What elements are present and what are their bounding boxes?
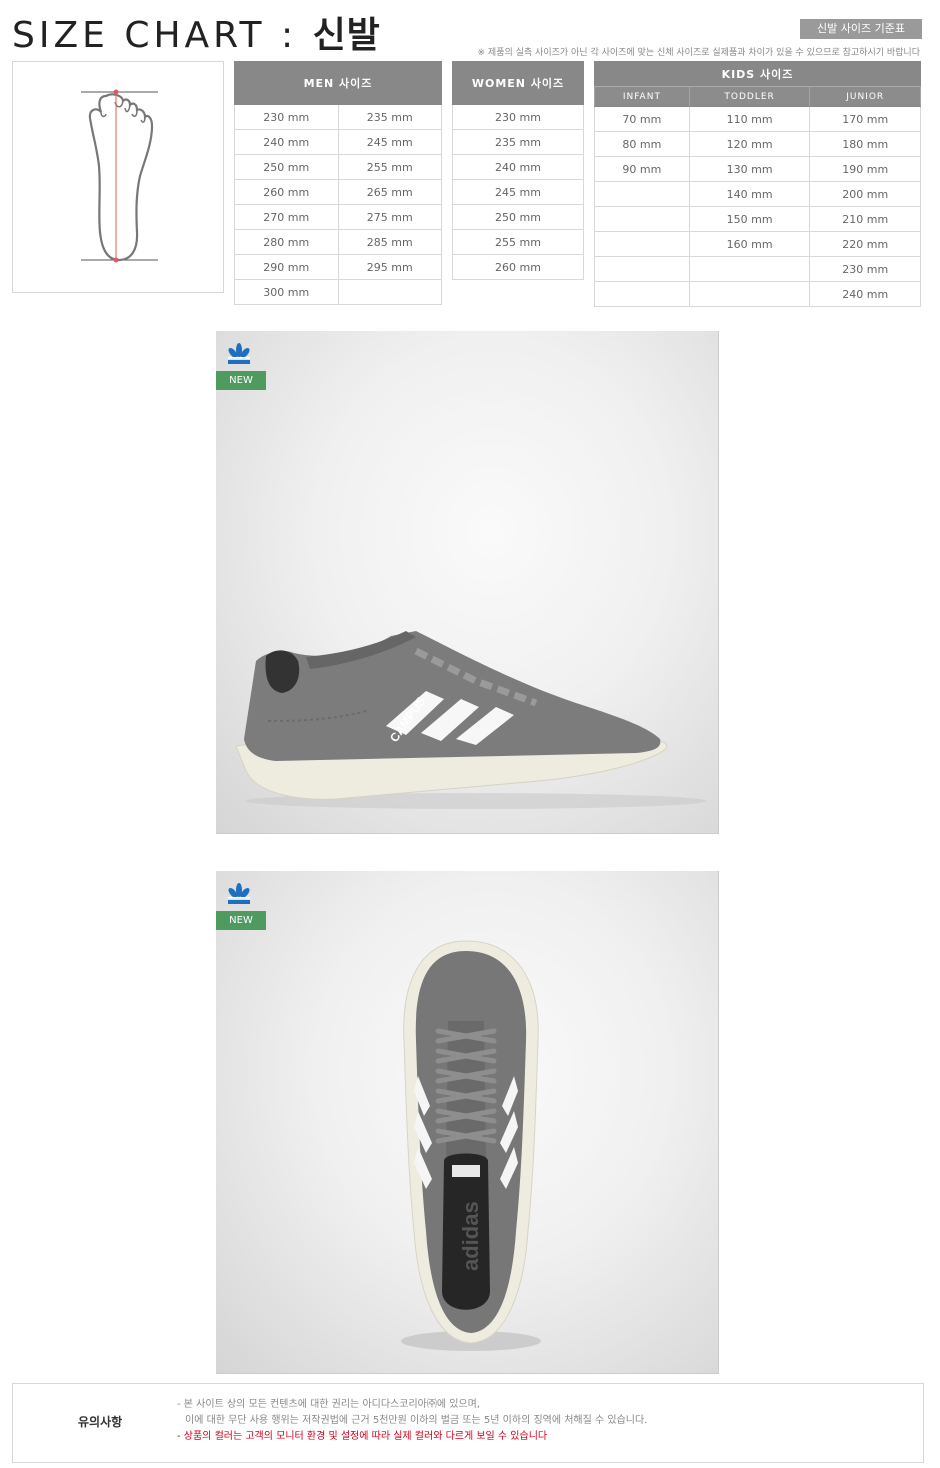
table-row: 90 mm 130 mm 190 mm (594, 156, 921, 182)
table-row: 250 mm (452, 204, 584, 230)
size-cell: 240 mm (809, 281, 921, 307)
size-cell (594, 256, 690, 282)
size-cell: 265 mm (337, 179, 442, 205)
caution-line-1: - 본 사이트 상의 모든 컨텐츠에 대한 권리는 아디다스코리아㈜에 있으며, (177, 1399, 480, 1410)
size-cell: 300 mm (234, 279, 339, 305)
size-cell: 80 mm (594, 131, 690, 157)
kids-subheader-junior: JUNIOR (809, 86, 921, 107)
size-cell: 235 mm (337, 104, 442, 130)
size-cell: 245 mm (452, 179, 584, 205)
size-cell: 240 mm (234, 129, 339, 155)
size-cell (594, 281, 690, 307)
table-row: 250 mm 255 mm (234, 154, 442, 180)
women-size-header: WOMEN 사이즈 (452, 61, 584, 105)
kids-size-header: KIDS 사이즈 (594, 61, 921, 87)
table-row: 260 mm 265 mm (234, 179, 442, 205)
table-row: 255 mm (452, 229, 584, 255)
size-cell: 235 mm (452, 129, 584, 155)
size-cell: 160 mm (688, 231, 811, 257)
size-standard-badge: 신발 사이즈 기준표 (800, 19, 922, 39)
size-cell: 120 mm (688, 131, 811, 157)
size-cell: 260 mm (452, 254, 584, 280)
size-cell: 290 mm (234, 254, 339, 280)
size-cell: 270 mm (234, 204, 339, 230)
table-row: 240 mm (594, 281, 921, 307)
table-row: 245 mm (452, 179, 584, 205)
men-size-table: MEN 사이즈 230 mm 235 mm 240 mm 245 mm 250 mm… (234, 61, 442, 305)
size-cell: 170 mm (809, 106, 921, 132)
men-size-header: MEN 사이즈 (234, 61, 442, 105)
table-row: 230 mm 235 mm (234, 104, 442, 130)
size-cell: 250 mm (234, 154, 339, 180)
page-title: SIZE CHART : 신발 (12, 15, 381, 56)
size-cell: 140 mm (688, 181, 811, 207)
table-row: 140 mm 200 mm (594, 181, 921, 207)
table-row: 80 mm 120 mm 180 mm (594, 131, 921, 157)
shoe-text-adidas: adidas (458, 1201, 483, 1271)
size-cell (688, 281, 811, 307)
size-cell: 280 mm (234, 229, 339, 255)
sneaker-side-image: CAMPUS (235, 631, 706, 809)
size-cell (594, 181, 690, 207)
size-cell: 245 mm (337, 129, 442, 155)
table-row: 230 mm (594, 256, 921, 282)
size-cell: 230 mm (452, 104, 584, 130)
size-cell: 220 mm (809, 231, 921, 257)
sneaker-top-image: adidas (401, 940, 541, 1351)
size-cell: 70 mm (594, 106, 690, 132)
kids-subheader-infant: INFANT (594, 86, 690, 107)
size-cell: 110 mm (688, 106, 811, 132)
table-row: 290 mm 295 mm (234, 254, 442, 280)
size-notice: ※ 제품의 실측 사이즈가 아닌 각 사이즈에 맞는 신체 사이즈로 실제품과 … (477, 48, 920, 58)
caution-line-3: - 상품의 컬러는 고객의 모니터 환경 및 설정에 따라 실제 컬러와 다르게… (177, 1431, 548, 1442)
size-cell: 150 mm (688, 206, 811, 232)
caution-line-2: 이에 대한 무단 사용 행위는 저작권법에 근거 5천만원 이하의 벌금 또는 … (185, 1415, 648, 1426)
table-row: 300 mm (234, 279, 442, 305)
table-row: 240 mm 245 mm (234, 129, 442, 155)
kids-subheader-toddler: TODDLER (688, 86, 811, 107)
size-cell: 180 mm (809, 131, 921, 157)
size-cell (337, 279, 442, 305)
table-row: 230 mm (452, 104, 584, 130)
size-cell: 255 mm (337, 154, 442, 180)
table-row: 150 mm 210 mm (594, 206, 921, 232)
size-cell: 210 mm (809, 206, 921, 232)
size-cell: 260 mm (234, 179, 339, 205)
size-cell (688, 256, 811, 282)
product-photo-top: NEW adidas (216, 871, 719, 1374)
table-row: 70 mm 110 mm 170 mm (594, 106, 921, 132)
size-cell: 130 mm (688, 156, 811, 182)
size-cell: 90 mm (594, 156, 690, 182)
size-cell: 200 mm (809, 181, 921, 207)
size-cell: 230 mm (234, 104, 339, 130)
caution-notice-box: 유의사항 - 본 사이트 상의 모든 컨텐츠에 대한 권리는 아디다스코리아㈜에… (12, 1383, 924, 1463)
table-row: 235 mm (452, 129, 584, 155)
table-row: 160 mm 220 mm (594, 231, 921, 257)
product-photo-side: NEW CAMPUS (216, 331, 719, 834)
size-cell: 240 mm (452, 154, 584, 180)
size-cell: 275 mm (337, 204, 442, 230)
size-cell: 295 mm (337, 254, 442, 280)
size-cell: 285 mm (337, 229, 442, 255)
table-row: 260 mm (452, 254, 584, 280)
size-cell: 230 mm (809, 256, 921, 282)
table-row: 270 mm 275 mm (234, 204, 442, 230)
size-cell: 255 mm (452, 229, 584, 255)
table-row: 240 mm (452, 154, 584, 180)
size-cell (594, 206, 690, 232)
kids-size-table: KIDS 사이즈 INFANT TODDLER JUNIOR 70 mm 110 … (594, 61, 921, 307)
table-row: 280 mm 285 mm (234, 229, 442, 255)
women-size-table: WOMEN 사이즈 230 mm 235 mm 240 mm 245 mm 25… (452, 61, 584, 280)
size-cell: 190 mm (809, 156, 921, 182)
foot-measure-diagram (12, 61, 224, 293)
caution-heading: 유의사항 (78, 1415, 123, 1429)
size-cell: 250 mm (452, 204, 584, 230)
size-cell (594, 231, 690, 257)
